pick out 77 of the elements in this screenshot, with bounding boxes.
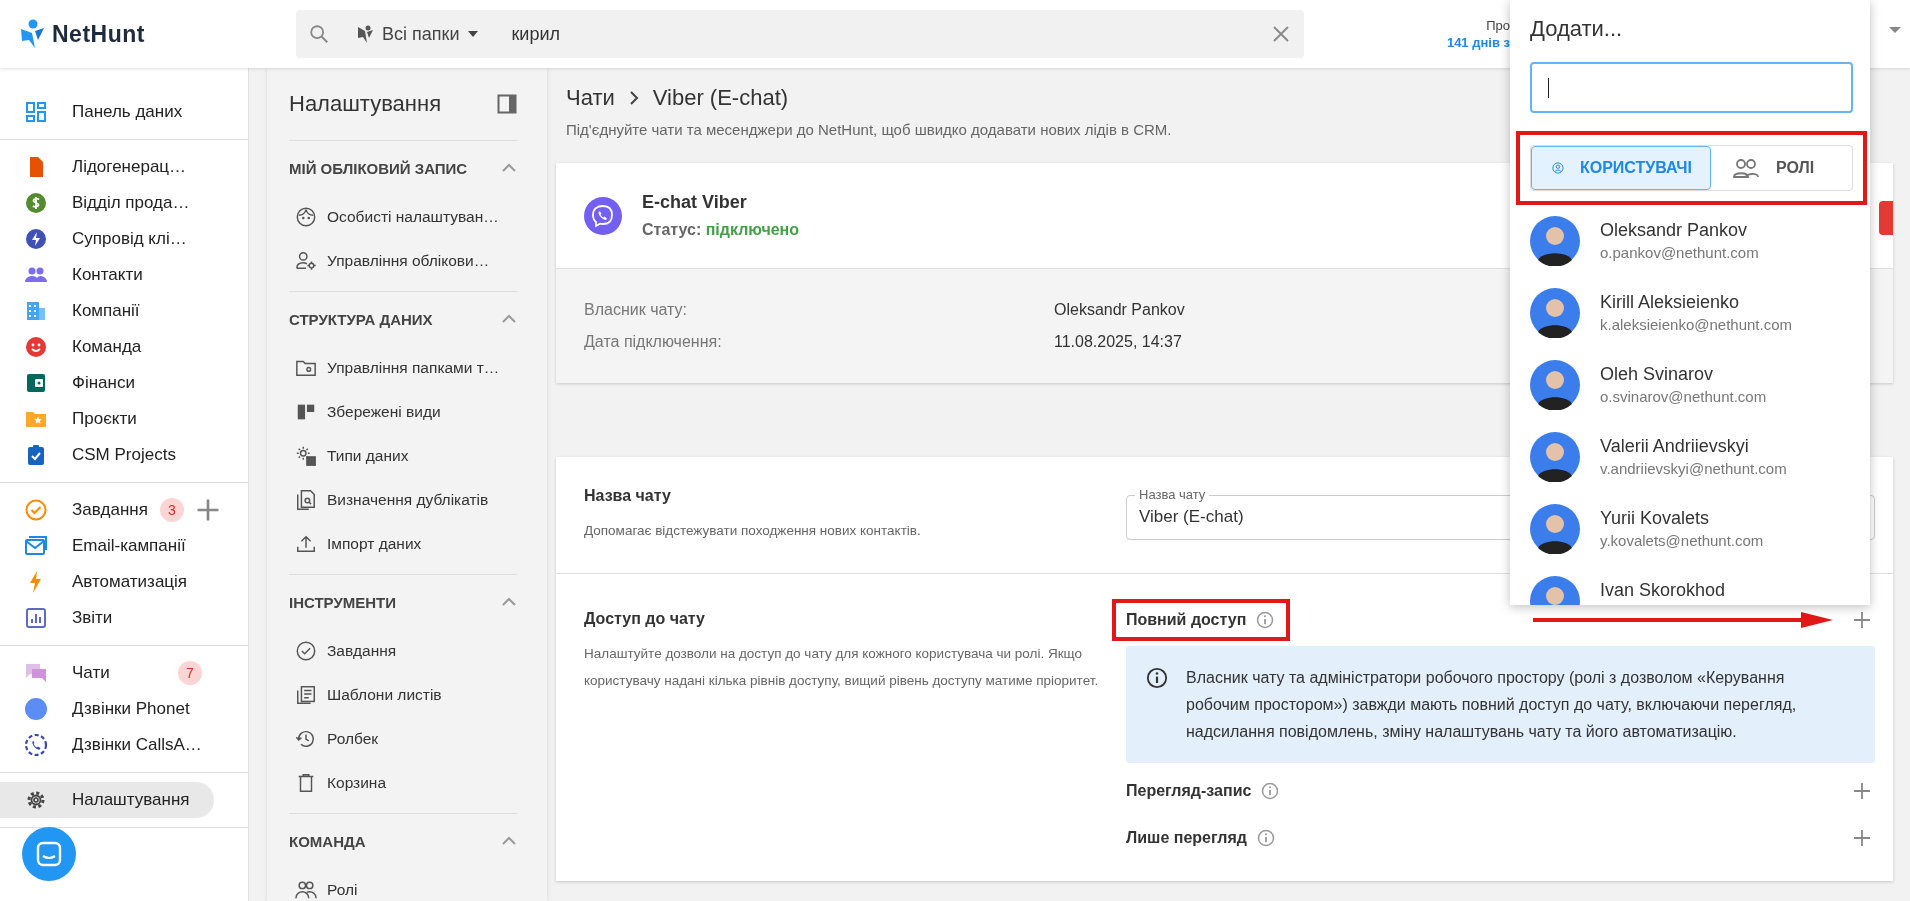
user-name: Yurii Kovalets xyxy=(1600,508,1711,529)
user-name: Ivan Skorokhod xyxy=(1600,580,1726,601)
user-email: o.svinarov@nethunt.com xyxy=(1600,388,1767,405)
section-title: Доступ до чату xyxy=(584,610,706,628)
settings-item[interactable]: Ролбек xyxy=(289,717,517,761)
nav-item[interactable]: Контакти xyxy=(0,257,214,293)
nav-item[interactable]: Email-кампанії xyxy=(0,528,214,564)
settings-item[interactable]: Особисті налаштуван… xyxy=(289,195,517,239)
settings-item[interactable]: Імпорт даних xyxy=(289,522,517,566)
search-field[interactable]: Всі папки кирил xyxy=(296,10,1304,58)
user-item[interactable]: Oleksandr Pankov o.pankov@nethunt.com xyxy=(1530,205,1853,277)
settings-item[interactable]: Управління папками т… xyxy=(289,346,517,390)
trial-days-link[interactable]: 141 днів з xyxy=(1446,34,1510,51)
section-description: Налаштуйте дозволи на доступ до чату для кожного користувача чи ролі. Якщо користувачу надані кілька рівнів доступу, вищий рівень доступу матиме пріоритет. xyxy=(584,645,1100,690)
user-email: v.andriievskyi@nethunt.com xyxy=(1600,460,1787,477)
user-item[interactable]: Ivan Skorokhod xyxy=(1530,565,1853,605)
section-header: СТРУКТУРА ДАНИХ xyxy=(289,310,433,328)
info-note: Власник чату та адміністратори робочого простору (ролі з дозволом «Керування робочим простором») завжди мають повний доступ до чату, включаючи перегляд, надсилання повідомлень, зміну налаштувань чату та його автоматизацію. xyxy=(1186,668,1798,742)
settings-item[interactable]: Управління облікови… xyxy=(289,239,517,283)
settings-item[interactable]: Типи даних xyxy=(289,434,517,478)
count-badge: 7 xyxy=(178,661,202,685)
page-subtitle: Під'єднуйте чати та месенджери до NetHunt, щоб швидко додавати нових лідів в CRM. xyxy=(565,121,1173,138)
settings-item[interactable]: Шаблони листів xyxy=(289,673,517,717)
section-title: Назва чату xyxy=(584,486,672,505)
count-badge: 3 xyxy=(159,498,184,522)
settings-item[interactable]: Завдання xyxy=(289,629,517,673)
section-header: КОМАНДА xyxy=(289,832,366,850)
permission-label: Повний доступ xyxy=(1126,610,1247,629)
user-name: Oleh Svinarov xyxy=(1600,364,1715,385)
user-email: k.aleksieienko@nethunt.com xyxy=(1600,316,1792,333)
folder-filter[interactable]: Всі папки xyxy=(350,19,486,49)
settings-item[interactable]: Збережені види xyxy=(289,390,517,434)
nav-item[interactable]: Команда xyxy=(0,329,214,365)
nav-item[interactable]: Компанії xyxy=(0,293,214,329)
nav-item[interactable]: Панель даних xyxy=(0,94,214,130)
section-header: МІЙ ОБЛІКОВИЙ ЗАПИС xyxy=(289,159,468,177)
nav-item[interactable]: CSM Projects xyxy=(0,437,214,473)
user-item[interactable]: Valerii Andriievskyi v.andriievskyi@nethunt.com xyxy=(1530,421,1853,493)
section-description: Допомагає відстежувати походження нових контактів. xyxy=(584,521,922,540)
nav-item[interactable]: Проєкти xyxy=(0,401,214,437)
page-title: Viber (E-chat) xyxy=(652,85,789,111)
detail-value: Oleksandr Pankov xyxy=(1054,301,1185,319)
nav-item[interactable]: Фінанси xyxy=(0,365,214,401)
account-label: Про xyxy=(1485,17,1510,34)
nav-item[interactable]: Відділ прода… xyxy=(0,185,214,221)
nav-item[interactable]: Завдання 3 xyxy=(0,492,256,528)
nav-item[interactable]: Чати 7 xyxy=(0,655,214,691)
user-item[interactable]: Kirill Aleksieienko k.aleksieienko@nethunt.com xyxy=(1530,277,1853,349)
panel-title: Налаштування xyxy=(289,91,442,117)
logo-text: NetHunt xyxy=(52,20,145,48)
user-item[interactable]: Oleh Svinarov o.svinarov@nethunt.com xyxy=(1530,349,1853,421)
search-input[interactable]: кирил xyxy=(511,23,1272,45)
user-name: Valerii Andriievskyi xyxy=(1600,436,1750,457)
status-label: Статус: xyxy=(642,221,702,238)
user-name: Oleksandr Pankov xyxy=(1600,220,1749,241)
breadcrumb-link[interactable]: Чати xyxy=(566,85,615,111)
section-header: ІНСТРУМЕНТИ xyxy=(289,593,397,611)
chat-name: E-chat Viber xyxy=(642,192,748,213)
nav-item[interactable]: Налаштування xyxy=(0,782,214,818)
user-email: o.pankov@nethunt.com xyxy=(1600,244,1759,261)
nav-item[interactable]: Дзвінки Phonet xyxy=(0,691,214,727)
nav-item[interactable]: Звіти xyxy=(0,600,214,636)
permission-label: Лише перегляд xyxy=(1126,828,1247,847)
settings-item[interactable]: Визначення дублікатів xyxy=(289,478,517,522)
user-name: Kirill Aleksieienko xyxy=(1600,292,1741,313)
permission-label: Перегляд-запис xyxy=(1126,781,1252,800)
settings-item[interactable]: Ролі xyxy=(289,868,517,901)
detail-value: 11.08.2025, 14:37 xyxy=(1054,333,1182,351)
nav-item[interactable]: Дзвінки CallsA… xyxy=(0,727,214,763)
detail-label: Дата підключення: xyxy=(584,333,723,351)
detail-label: Власник чату: xyxy=(584,301,688,319)
status-value: підключено xyxy=(705,221,799,238)
nav-item[interactable]: Супровід клі… xyxy=(0,221,214,257)
popup-title: Додати... xyxy=(1530,16,1624,43)
nav-item[interactable]: Автоматизація xyxy=(0,564,214,600)
settings-item[interactable]: Корзина xyxy=(289,761,517,805)
nav-item[interactable]: Лідогенерац… xyxy=(0,149,214,185)
